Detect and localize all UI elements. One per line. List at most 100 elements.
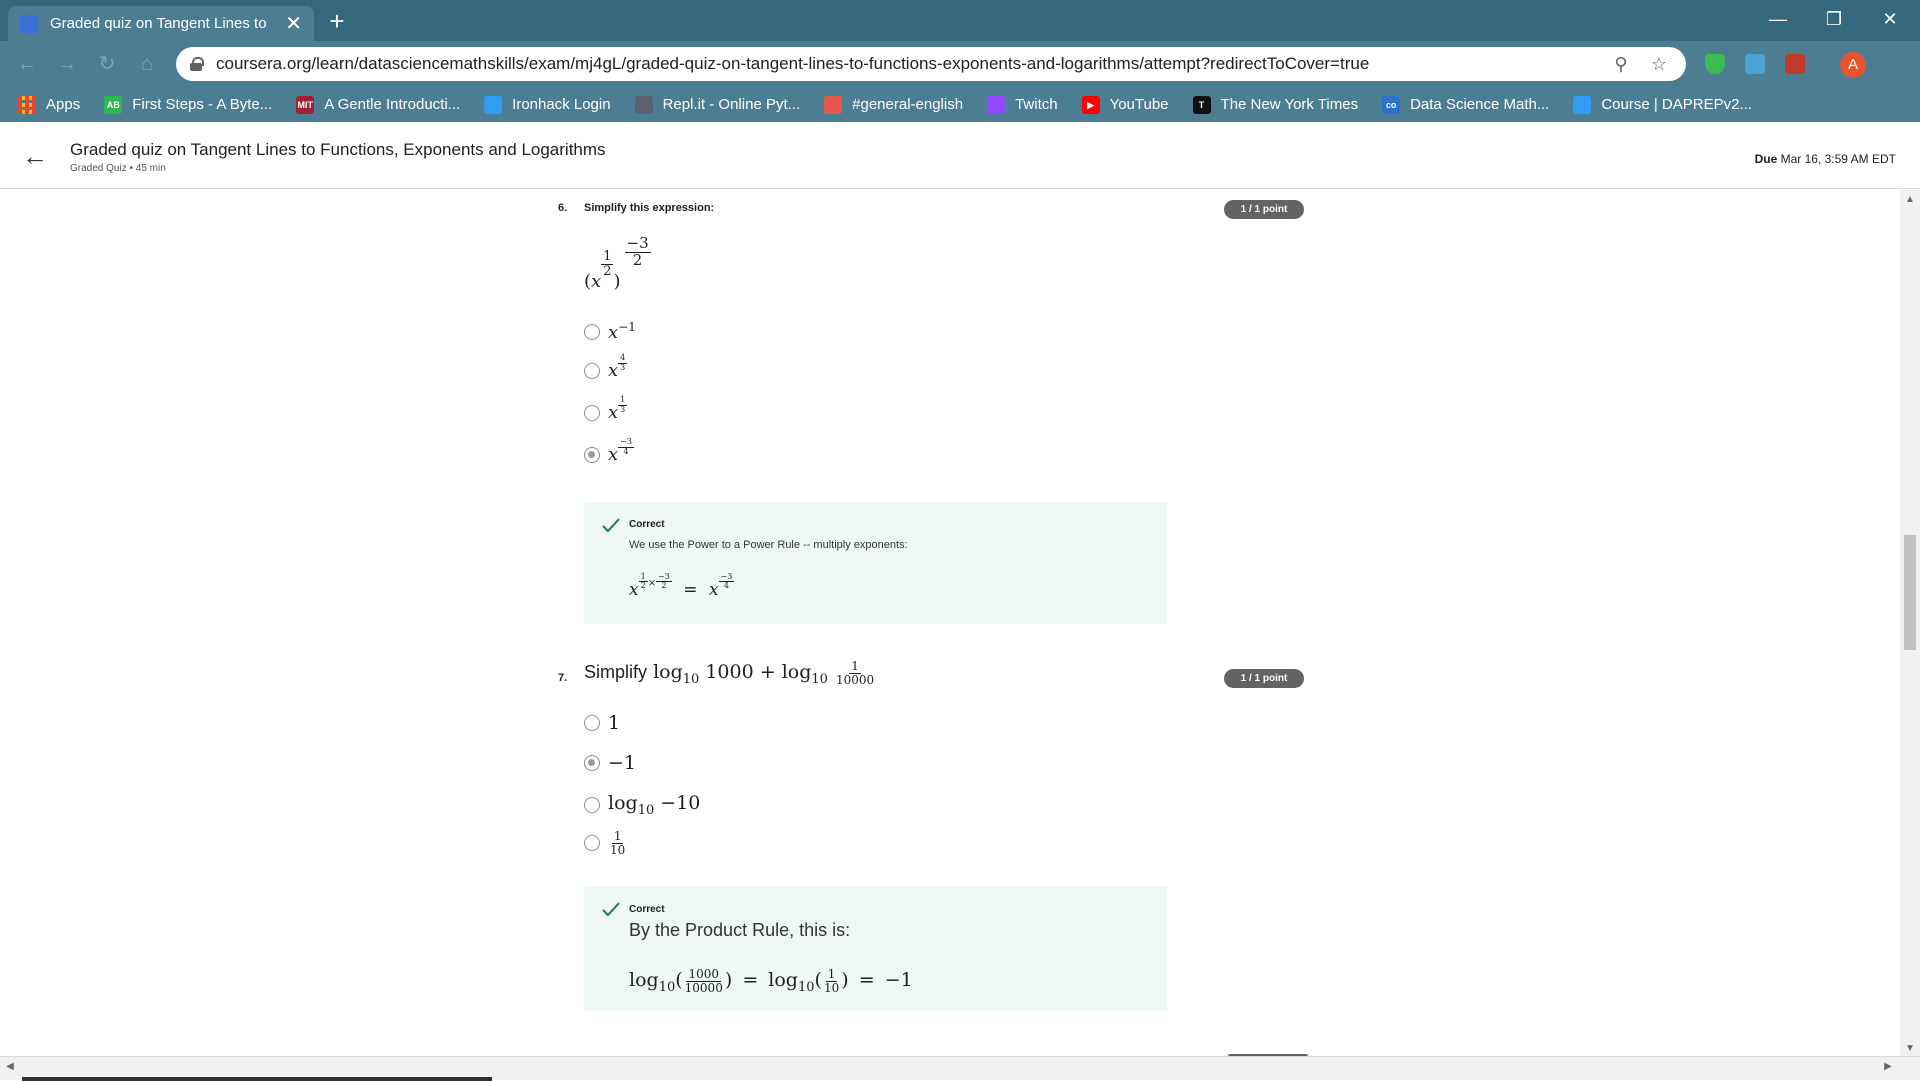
feedback-label: Correct	[629, 519, 665, 530]
quiz-content: 6. Simplify this expression: 1 / 1 point…	[0, 190, 1900, 1056]
feedback-equation: x 1 2 × −3 2 = x −3 4	[629, 571, 735, 600]
due-value: Mar 16, 3:59 AM EDT	[1780, 152, 1896, 166]
reader-extension-icon[interactable]	[1745, 54, 1765, 74]
new-tab-button[interactable]: +	[322, 6, 352, 36]
radio-button-selected[interactable]	[584, 446, 600, 463]
radio-button-selected[interactable]	[584, 755, 600, 771]
question-prompt: Simplify log10 1000 + log10 1 10000	[584, 659, 875, 687]
radio-button[interactable]	[584, 835, 600, 852]
question-expression: (x 1 2) −3 2	[584, 234, 651, 293]
address-bar[interactable]: coursera.org/learn/datasciencemathskills…	[176, 47, 1686, 81]
bookmark-item[interactable]: #general-english	[824, 95, 964, 114]
radio-button[interactable]	[584, 796, 600, 813]
checkmark-icon	[602, 902, 620, 917]
restore-button[interactable]: ❐	[1806, 0, 1862, 41]
bookmarks-bar: Apps AB First Steps - A Byte... MIT A Gentle…	[0, 87, 1920, 122]
reload-icon[interactable]: ↻	[94, 51, 120, 77]
question-prompt: Simplify this expression:	[584, 202, 715, 214]
youtube-icon: ▶	[1081, 95, 1100, 114]
feedback-box: Correct We use the Power to a Power Rule…	[584, 502, 1167, 624]
bookmark-label: Twitch	[1015, 96, 1058, 113]
bookmark-item[interactable]: Repl.it - Online Pyt...	[634, 95, 801, 114]
bookmark-label: Course | DAPREPv2...	[1601, 96, 1752, 113]
bookmark-label: Data Science Math...	[1410, 96, 1550, 113]
back-arrow-icon[interactable]: ←	[14, 51, 40, 77]
bookmark-item[interactable]: Ironhack Login	[484, 95, 611, 114]
answer-option[interactable]: x−1	[584, 320, 636, 343]
bookmark-star-icon[interactable]: ☆	[1646, 54, 1672, 75]
bookmark-label: A Gentle Introducti...	[324, 96, 461, 113]
bookmark-item[interactable]: Twitch	[987, 95, 1058, 114]
coursera-favicon-icon	[20, 14, 38, 33]
quiz-header: ← Graded quiz on Tangent Lines to Functi…	[0, 122, 1920, 189]
coursera-icon: co	[1382, 95, 1401, 114]
bookmark-label: Ironhack Login	[512, 96, 611, 113]
scrollbar-thumb[interactable]	[22, 1077, 492, 1081]
feedback-box: Correct By the Product Rule, this is: lo…	[584, 886, 1167, 1011]
question-number: 6.	[558, 202, 568, 214]
tab-strip: Graded quiz on Tangent Lines to ✕ + — ❐ …	[0, 0, 1920, 41]
page-subtitle: Graded Quiz • 45 min	[70, 163, 166, 174]
ironhack-icon	[1573, 95, 1592, 114]
vertical-scrollbar[interactable]: ▲ ▼	[1900, 190, 1920, 1056]
back-arrow-icon[interactable]: ←	[22, 142, 50, 170]
answer-option[interactable]: 1 10	[584, 830, 627, 856]
ironhack-icon	[484, 95, 503, 114]
profile-avatar[interactable]: A	[1840, 52, 1866, 78]
scroll-right-icon[interactable]: ▶	[1878, 1061, 1898, 1072]
tab-title: Graded quiz on Tangent Lines to	[50, 15, 267, 32]
radio-button[interactable]	[584, 404, 600, 421]
home-icon[interactable]: ⌂	[134, 51, 160, 77]
feedback-label: Correct	[629, 904, 665, 915]
bookmark-item[interactable]: AB First Steps - A Byte...	[104, 95, 272, 114]
ab-icon: AB	[104, 95, 123, 114]
scroll-left-icon[interactable]: ◀	[0, 1061, 20, 1072]
answer-option[interactable]: x13	[584, 395, 628, 423]
due-date: Due Mar 16, 3:59 AM EDT	[1755, 152, 1896, 166]
page-title: Graded quiz on Tangent Lines to Function…	[70, 140, 606, 159]
radio-button[interactable]	[584, 323, 600, 340]
feedback-text: We use the Power to a Power Rule -- mult…	[629, 539, 908, 551]
bookmark-item[interactable]: Apps	[18, 95, 80, 114]
answer-option[interactable]: 1	[584, 712, 620, 734]
feedback-text: By the Product Rule, this is:	[629, 920, 851, 940]
close-tab-icon[interactable]: ✕	[285, 14, 302, 34]
close-window-button[interactable]: ✕	[1862, 0, 1918, 41]
replit-icon	[634, 95, 653, 114]
answer-option[interactable]: log10 −10	[584, 792, 700, 818]
answer-option-selected[interactable]: x −3 4	[584, 437, 634, 465]
scroll-down-icon[interactable]: ▼	[1900, 1043, 1920, 1054]
url-text[interactable]: coursera.org/learn/datasciencemathskills…	[216, 54, 1596, 74]
radio-button[interactable]	[584, 715, 600, 731]
due-label: Due	[1754, 152, 1778, 166]
scroll-up-icon[interactable]: ▲	[1900, 194, 1920, 205]
forward-arrow-icon[interactable]: →	[54, 51, 80, 77]
minimize-button[interactable]: —	[1750, 0, 1806, 41]
bookmark-item[interactable]: T The New York Times	[1192, 95, 1359, 114]
shield-extension-icon[interactable]	[1705, 54, 1725, 74]
bookmark-label: #general-english	[852, 96, 964, 113]
twitch-icon	[987, 95, 1006, 114]
bookmark-label: YouTube	[1109, 96, 1169, 113]
megaphone-extension-icon[interactable]	[1785, 54, 1805, 74]
answer-option[interactable]: x43	[584, 353, 628, 381]
points-badge: 1 / 1 point	[1224, 669, 1304, 688]
bookmark-item[interactable]: Course | DAPREPv2...	[1573, 95, 1752, 114]
mit-ocw-icon: MIT	[296, 95, 315, 114]
horizontal-scrollbar[interactable]: ◀ ▶	[0, 1056, 1920, 1081]
browser-tab-active[interactable]: Graded quiz on Tangent Lines to ✕	[8, 6, 314, 41]
bookmark-item[interactable]: co Data Science Math...	[1382, 95, 1550, 114]
bookmark-item[interactable]: ▶ YouTube	[1081, 95, 1169, 114]
feedback-equation: log10(1000 10000) = log10(1 10) = −1	[629, 967, 913, 995]
apps-grid-icon	[18, 95, 36, 114]
discord-icon	[824, 95, 843, 114]
nyt-icon: T	[1192, 95, 1211, 114]
answer-option-selected[interactable]: −1	[584, 752, 636, 774]
lock-icon	[190, 57, 204, 71]
bookmark-label: The New York Times	[1220, 96, 1359, 113]
bookmark-item[interactable]: MIT A Gentle Introducti...	[296, 95, 461, 114]
bookmark-label: Repl.it - Online Pyt...	[662, 96, 801, 113]
scrollbar-thumb[interactable]	[1904, 535, 1916, 650]
radio-button[interactable]	[584, 362, 600, 379]
zoom-icon[interactable]: ⚲	[1608, 54, 1634, 75]
